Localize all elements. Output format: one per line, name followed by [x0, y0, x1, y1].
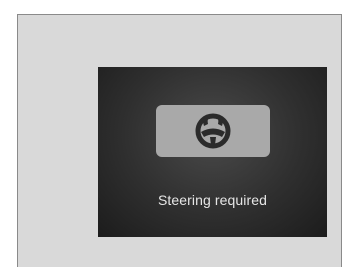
steering-wheel-hands-icon — [195, 113, 231, 149]
status-message: Steering required — [157, 192, 268, 208]
instrument-display-screen: Steering required — [98, 67, 327, 237]
display-panel-frame: Steering required — [17, 14, 342, 267]
warning-icon-box — [156, 105, 270, 157]
